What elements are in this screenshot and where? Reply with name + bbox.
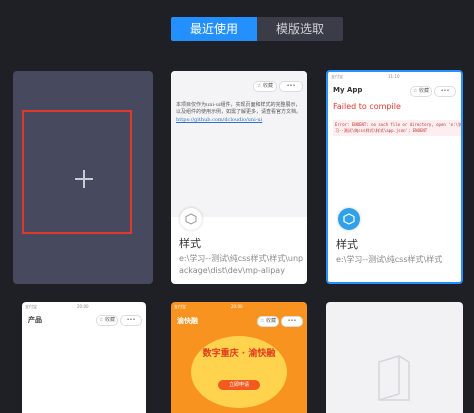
new-project-card[interactable] — [13, 71, 153, 284]
card-title: 样式 — [179, 237, 201, 250]
doc-link: https://github.com/dcloudio/uni-ui — [176, 116, 263, 123]
template-card-blank[interactable] — [326, 302, 463, 413]
more-pill: ••• — [120, 315, 142, 326]
plus-icon — [75, 170, 93, 188]
hexagon-icon — [180, 208, 202, 230]
card-path: e:\学习--测试\纯css样式\样式\unpackage\dist\dev\m… — [179, 254, 304, 275]
more-pill: ••• — [434, 86, 456, 97]
status-time: 20:00 — [231, 304, 243, 309]
favorite-pill: ☆ 收藏 — [257, 316, 279, 327]
card-preview: ☆ 收藏 ••• 本项目仅作为uni-ui组件，实现页面和样式的完整展示，以及组… — [171, 71, 307, 217]
doc-text: 本项目仅作为uni-ui组件，实现页面和样式的完整展示，以及组件的使用示例，如需… — [176, 102, 302, 123]
error-title: Failed to compile — [333, 102, 401, 111]
tab-recent[interactable]: 最近使用 — [171, 17, 257, 41]
card-title: 样式 — [336, 238, 358, 251]
status-time: 20:00 — [77, 304, 89, 309]
template-card-product[interactable]: 支付宝 20:00 产品 ☆ 收藏 ••• — [22, 302, 146, 413]
template-card-style-1[interactable]: ☆ 收藏 ••• 本项目仅作为uni-ui组件，实现页面和样式的完整展示，以及组… — [171, 71, 307, 284]
placeholder-icon — [378, 355, 410, 401]
template-card-yukuairong[interactable]: 支付宝 20:00 渝快融 ☆ 收藏 ••• 数字重庆 · 渝快融 立即申请 — [171, 302, 307, 413]
apply-button: 立即申请 — [218, 380, 260, 390]
favorite-pill: ☆ 收藏 — [253, 81, 277, 92]
more-pill: ••• — [281, 316, 303, 327]
logo-icon — [338, 208, 360, 230]
status-time: 11:10 — [388, 74, 400, 79]
favorite-pill: ☆ 收藏 — [96, 315, 118, 326]
new-project-highlight — [22, 110, 132, 234]
more-pill: ••• — [279, 81, 303, 92]
tab-template[interactable]: 模版选取 — [257, 17, 343, 41]
favorite-pill: ☆ 收藏 — [410, 86, 432, 97]
page-header: 产品 — [28, 316, 42, 324]
source-tabs: 最近使用 模版选取 — [171, 17, 343, 41]
banner-title: 数字重庆 · 渝快融 — [202, 349, 276, 359]
card-preview: 支付宝 11:10 My App ☆ 收藏 ••• Failed to comp… — [328, 72, 461, 216]
page-header: 渝快融 — [177, 317, 198, 325]
error-body: Error: ENOENT: no such file or directory… — [333, 120, 461, 136]
status-left: 支付宝 — [174, 304, 186, 309]
template-card-style-2[interactable]: 支付宝 11:10 My App ☆ 收藏 ••• Failed to comp… — [326, 70, 463, 284]
status-left: 支付宝 — [25, 304, 37, 309]
card-path: e:\学习--测试\纯css样式\样式 — [336, 255, 443, 264]
status-left: 支付宝 — [331, 74, 343, 79]
app-title: My App — [333, 86, 363, 94]
